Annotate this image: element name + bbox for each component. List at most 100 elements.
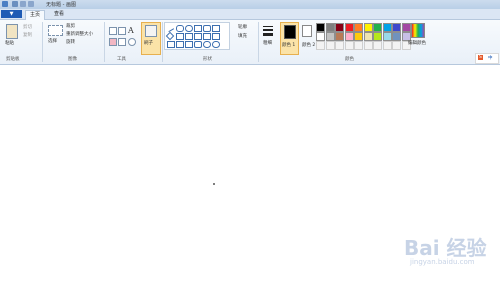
color-picker-icon[interactable] xyxy=(118,38,126,46)
outline-dropdown[interactable]: 轮廓 xyxy=(238,24,247,30)
palette-swatch[interactable] xyxy=(325,23,335,32)
fill-icon[interactable] xyxy=(118,27,126,35)
polygon-shape-icon[interactable] xyxy=(212,25,220,32)
title-bar: 无标题 - 画图 xyxy=(0,0,500,9)
rounded-rectangle-shape-icon[interactable] xyxy=(203,25,211,32)
brush-icon xyxy=(145,25,157,37)
fill-dropdown[interactable]: 填充 xyxy=(238,33,247,39)
size-icon-line xyxy=(263,33,273,36)
pentagon-shape-icon[interactable] xyxy=(176,33,184,40)
palette-swatch[interactable] xyxy=(316,32,325,41)
palette-swatch[interactable] xyxy=(373,23,382,32)
divider xyxy=(42,22,43,62)
oval-callout-shape-icon[interactable] xyxy=(203,41,211,48)
cloud-callout-shape-icon[interactable] xyxy=(212,41,220,48)
tab-strip: ▼ 主页 查看 xyxy=(0,9,500,20)
ime-language: 中 xyxy=(488,56,493,61)
custom-color-slot[interactable] xyxy=(373,41,382,50)
palette-swatch[interactable] xyxy=(363,23,373,32)
tab-view[interactable]: 查看 xyxy=(50,10,68,19)
brushes-label: 刷子 xyxy=(144,41,153,46)
callout-shape-icon[interactable] xyxy=(194,41,202,48)
select-icon[interactable] xyxy=(48,25,63,36)
pencil-icon[interactable] xyxy=(109,27,117,35)
diamond-shape-icon[interactable] xyxy=(165,31,175,41)
edit-colors-button[interactable]: 编辑颜色 xyxy=(408,40,426,46)
watermark-logo: Bai 经验 xyxy=(404,236,487,260)
left-arrow-shape-icon[interactable] xyxy=(203,33,211,40)
text-icon[interactable]: A xyxy=(128,26,134,35)
redo-icon[interactable] xyxy=(28,1,34,7)
magnifier-icon[interactable] xyxy=(128,38,136,46)
divider xyxy=(162,22,163,62)
palette-swatch[interactable] xyxy=(344,32,354,41)
color2-label: 颜色 2 xyxy=(302,43,316,48)
palette-swatch[interactable] xyxy=(382,32,392,41)
colors-group-label: 颜色 xyxy=(345,57,354,62)
custom-color-slot[interactable] xyxy=(392,41,401,50)
palette-swatch[interactable] xyxy=(392,32,401,41)
tab-home[interactable]: 主页 xyxy=(25,10,46,20)
custom-color-slot[interactable] xyxy=(344,41,354,50)
custom-color-slot[interactable] xyxy=(335,41,344,50)
up-arrow-shape-icon[interactable] xyxy=(212,33,220,40)
curve-shape-icon[interactable] xyxy=(176,25,184,32)
sogou-icon: S xyxy=(478,55,483,60)
select-button[interactable]: 选择 xyxy=(48,38,57,44)
color1-label: 颜色 1 xyxy=(282,43,296,48)
palette-swatch[interactable] xyxy=(373,32,382,41)
ime-indicator[interactable]: S 中 xyxy=(475,53,499,64)
rectangle-shape-icon[interactable] xyxy=(194,25,202,32)
six-point-star-shape-icon[interactable] xyxy=(185,41,193,48)
custom-color-slot[interactable] xyxy=(316,41,325,50)
custom-color-slot[interactable] xyxy=(382,41,392,50)
palette-swatch[interactable] xyxy=(401,23,411,32)
right-arrow-shape-icon[interactable] xyxy=(194,33,202,40)
palette-swatch[interactable] xyxy=(392,23,401,32)
palette-swatch[interactable] xyxy=(316,23,325,32)
divider xyxy=(104,22,105,62)
tools-group-label: 工具 xyxy=(117,57,126,62)
four-point-star-shape-icon[interactable] xyxy=(167,41,175,48)
palette-swatch[interactable] xyxy=(363,32,373,41)
custom-color-slot[interactable] xyxy=(354,41,363,50)
rotate-button[interactable]: 旋转 xyxy=(66,39,75,45)
canvas-dot xyxy=(213,183,215,185)
shapes-group-label: 形状 xyxy=(203,57,212,62)
divider xyxy=(258,22,259,62)
color2-swatch[interactable] xyxy=(302,25,312,37)
oval-shape-icon[interactable] xyxy=(185,25,193,32)
palette-swatch[interactable] xyxy=(325,32,335,41)
hexagon-shape-icon[interactable] xyxy=(185,33,193,40)
cut-button[interactable]: 剪切 xyxy=(23,24,32,30)
window-controls[interactable] xyxy=(456,0,496,8)
resize-button[interactable]: 重新调整大小 xyxy=(66,31,93,37)
palette-swatch[interactable] xyxy=(335,23,344,32)
palette-swatch[interactable] xyxy=(354,32,363,41)
five-point-star-shape-icon[interactable] xyxy=(176,41,184,48)
copy-button[interactable]: 复制 xyxy=(23,32,32,38)
edit-colors-icon[interactable] xyxy=(411,23,425,38)
custom-color-slot[interactable] xyxy=(325,41,335,50)
palette-swatch[interactable] xyxy=(344,23,354,32)
eraser-icon[interactable] xyxy=(109,38,117,46)
size-icon-line xyxy=(263,29,273,31)
custom-color-slot[interactable] xyxy=(363,41,373,50)
save-icon[interactable] xyxy=(12,1,18,7)
palette-swatch[interactable] xyxy=(335,32,344,41)
undo-icon[interactable] xyxy=(20,1,26,7)
color1-swatch xyxy=(284,25,296,39)
paste-icon[interactable] xyxy=(6,24,18,39)
image-group-label: 图像 xyxy=(68,57,77,62)
palette-swatch[interactable] xyxy=(354,23,363,32)
size-icon xyxy=(263,26,273,27)
size-button[interactable]: 粗细 xyxy=(263,40,272,46)
watermark-url: jingyan.baidu.com xyxy=(410,258,475,266)
palette-swatch[interactable] xyxy=(382,23,392,32)
crop-button[interactable]: 裁剪 xyxy=(66,23,75,29)
shapes-gallery[interactable] xyxy=(164,22,230,50)
app-icon xyxy=(2,1,8,7)
file-menu-tab[interactable]: ▼ xyxy=(1,10,22,18)
paste-button[interactable]: 粘贴 xyxy=(5,40,14,46)
clipboard-group-label: 剪贴板 xyxy=(6,57,20,62)
